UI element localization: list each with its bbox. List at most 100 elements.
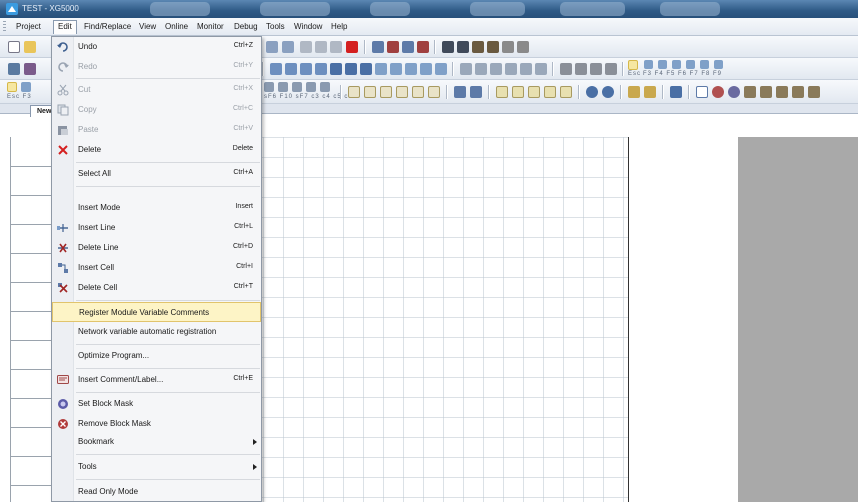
menu-item-copy[interactable]: Copy Ctrl+C <box>52 100 261 120</box>
monitor-icon-3[interactable] <box>590 63 602 75</box>
menu-item-set-block-mask[interactable]: Set Block Mask <box>52 394 261 414</box>
view-tool-icon-5[interactable] <box>528 86 540 98</box>
ladder-tool-icon-7[interactable] <box>364 86 376 98</box>
view-tool-icon-4[interactable] <box>512 86 524 98</box>
menu-find-replace[interactable]: Find/Replace <box>80 20 135 34</box>
view-option-icon-3[interactable] <box>300 63 312 75</box>
tool-icon-9[interactable] <box>776 86 788 98</box>
menu-item-delete[interactable]: Delete Delete <box>52 140 261 160</box>
menu-item-insert-line[interactable]: Insert Line Ctrl+L <box>52 218 261 238</box>
tool-icon-10[interactable] <box>792 86 804 98</box>
contact-na-icon[interactable] <box>644 60 653 69</box>
menu-item-optimize-program[interactable]: Optimize Program... <box>52 346 261 366</box>
cut-tool-icon[interactable] <box>300 41 312 53</box>
select-mode-icon[interactable] <box>628 60 638 70</box>
view-option-icon-12[interactable] <box>435 63 447 75</box>
view-tool-icon-3[interactable] <box>496 86 508 98</box>
tool-icon-3[interactable] <box>670 86 682 98</box>
find-icon[interactable] <box>442 41 454 53</box>
view-option-icon-1[interactable] <box>270 63 282 75</box>
menu-item-bookmark[interactable]: Bookmark <box>52 432 261 452</box>
ladder-tool-icon-4[interactable] <box>306 82 316 92</box>
menu-item-insert-cell[interactable]: Insert Cell Ctrl+I <box>52 258 261 278</box>
cross-reference-icon[interactable] <box>517 41 529 53</box>
view-option-icon-6[interactable] <box>345 63 357 75</box>
ladder-tool-icon-8[interactable] <box>380 86 392 98</box>
zoom-in-icon[interactable] <box>586 86 598 98</box>
menu-item-read-only-mode[interactable]: Read Only Mode <box>52 482 261 502</box>
menu-item-redo[interactable]: Redo Ctrl+Y <box>52 57 261 77</box>
view-option-icon-8[interactable] <box>375 63 387 75</box>
ladder-tool-icon-5[interactable] <box>320 82 330 92</box>
menu-item-remove-block-mask[interactable]: Remove Block Mask <box>52 414 261 434</box>
find-next-icon[interactable] <box>457 41 469 53</box>
delete-line-tool-icon[interactable] <box>387 41 399 53</box>
redo-tool-icon[interactable] <box>282 41 294 53</box>
view-option-icon-4[interactable] <box>315 63 327 75</box>
view-option-icon-5[interactable] <box>330 63 342 75</box>
menu-item-cut[interactable]: Cut Ctrl+X <box>52 80 261 100</box>
project-window-icon[interactable] <box>8 63 20 75</box>
horizontal-line-icon[interactable] <box>686 60 695 69</box>
delete-cell-tool-icon[interactable] <box>417 41 429 53</box>
menu-item-network-variable-registration[interactable]: Network variable automatic registration <box>52 322 261 342</box>
online-icon-5[interactable] <box>520 63 532 75</box>
view-tool-icon-7[interactable] <box>560 86 572 98</box>
vertical-line-icon[interactable] <box>700 60 709 69</box>
menu-item-insert-comment-label[interactable]: Insert Comment/Label... Ctrl+E <box>52 370 261 390</box>
contact-nc-icon[interactable] <box>658 60 667 69</box>
zoom-out-icon[interactable] <box>602 86 614 98</box>
monitor-icon-1[interactable] <box>560 63 572 75</box>
menu-window[interactable]: Window <box>290 20 326 34</box>
menu-item-register-module-variable-comments[interactable]: Register Module Variable Comments <box>52 302 261 322</box>
ladder-tool-icon-10[interactable] <box>412 86 424 98</box>
function-block-icon[interactable] <box>714 60 723 69</box>
menu-item-insert-mode[interactable]: Insert Mode Insert <box>52 198 261 218</box>
copy-tool-icon[interactable] <box>315 41 327 53</box>
undo-tool-icon[interactable] <box>266 41 278 53</box>
ladder-tool-icon-3[interactable] <box>292 82 302 92</box>
view-option-icon-2[interactable] <box>285 63 297 75</box>
online-icon-1[interactable] <box>460 63 472 75</box>
replace-icon[interactable] <box>472 41 484 53</box>
menu-item-undo[interactable]: Undo Ctrl+Z <box>52 37 261 57</box>
view-option-icon-7[interactable] <box>360 63 372 75</box>
toolbar-grip[interactable] <box>3 21 6 33</box>
menu-online[interactable]: Online <box>161 20 192 34</box>
menu-view[interactable]: View <box>135 20 160 34</box>
ladder-tool-icon-1[interactable] <box>264 82 274 92</box>
menu-item-paste[interactable]: Paste Ctrl+V <box>52 120 261 140</box>
online-icon-4[interactable] <box>505 63 517 75</box>
menu-item-delete-line[interactable]: Delete Line Ctrl+D <box>52 238 261 258</box>
ladder-select-icon[interactable] <box>7 82 17 92</box>
ladder-tool-icon-2[interactable] <box>278 82 288 92</box>
variable-window-icon[interactable] <box>24 63 36 75</box>
replace-all-icon[interactable] <box>487 41 499 53</box>
menu-item-tools[interactable]: Tools <box>52 457 261 477</box>
monitor-icon-2[interactable] <box>575 63 587 75</box>
ladder-tool-icon-6[interactable] <box>348 86 360 98</box>
online-icon-6[interactable] <box>535 63 547 75</box>
menu-project[interactable]: Project <box>12 20 45 34</box>
menu-edit[interactable]: Edit <box>53 20 77 34</box>
view-tool-icon-6[interactable] <box>544 86 556 98</box>
ladder-tool-icon-9[interactable] <box>396 86 408 98</box>
tool-icon-7[interactable] <box>744 86 756 98</box>
view-option-icon-10[interactable] <box>405 63 417 75</box>
goto-icon[interactable] <box>502 41 514 53</box>
tool-icon-6[interactable] <box>728 86 740 98</box>
view-option-icon-9[interactable] <box>390 63 402 75</box>
tool-icon-11[interactable] <box>808 86 820 98</box>
insert-cell-tool-icon[interactable] <box>402 41 414 53</box>
tool-icon-1[interactable] <box>628 86 640 98</box>
monitor-icon-4[interactable] <box>605 63 617 75</box>
view-tool-icon-1[interactable] <box>454 86 466 98</box>
menu-help[interactable]: Help <box>327 20 351 34</box>
tool-icon-2[interactable] <box>644 86 656 98</box>
paste-tool-icon[interactable] <box>330 41 342 53</box>
tool-icon-5[interactable] <box>712 86 724 98</box>
tool-icon-4[interactable] <box>696 86 708 98</box>
menu-item-delete-cell[interactable]: Delete Cell Ctrl+T <box>52 278 261 298</box>
insert-line-tool-icon[interactable] <box>372 41 384 53</box>
menu-monitor[interactable]: Monitor <box>193 20 228 34</box>
